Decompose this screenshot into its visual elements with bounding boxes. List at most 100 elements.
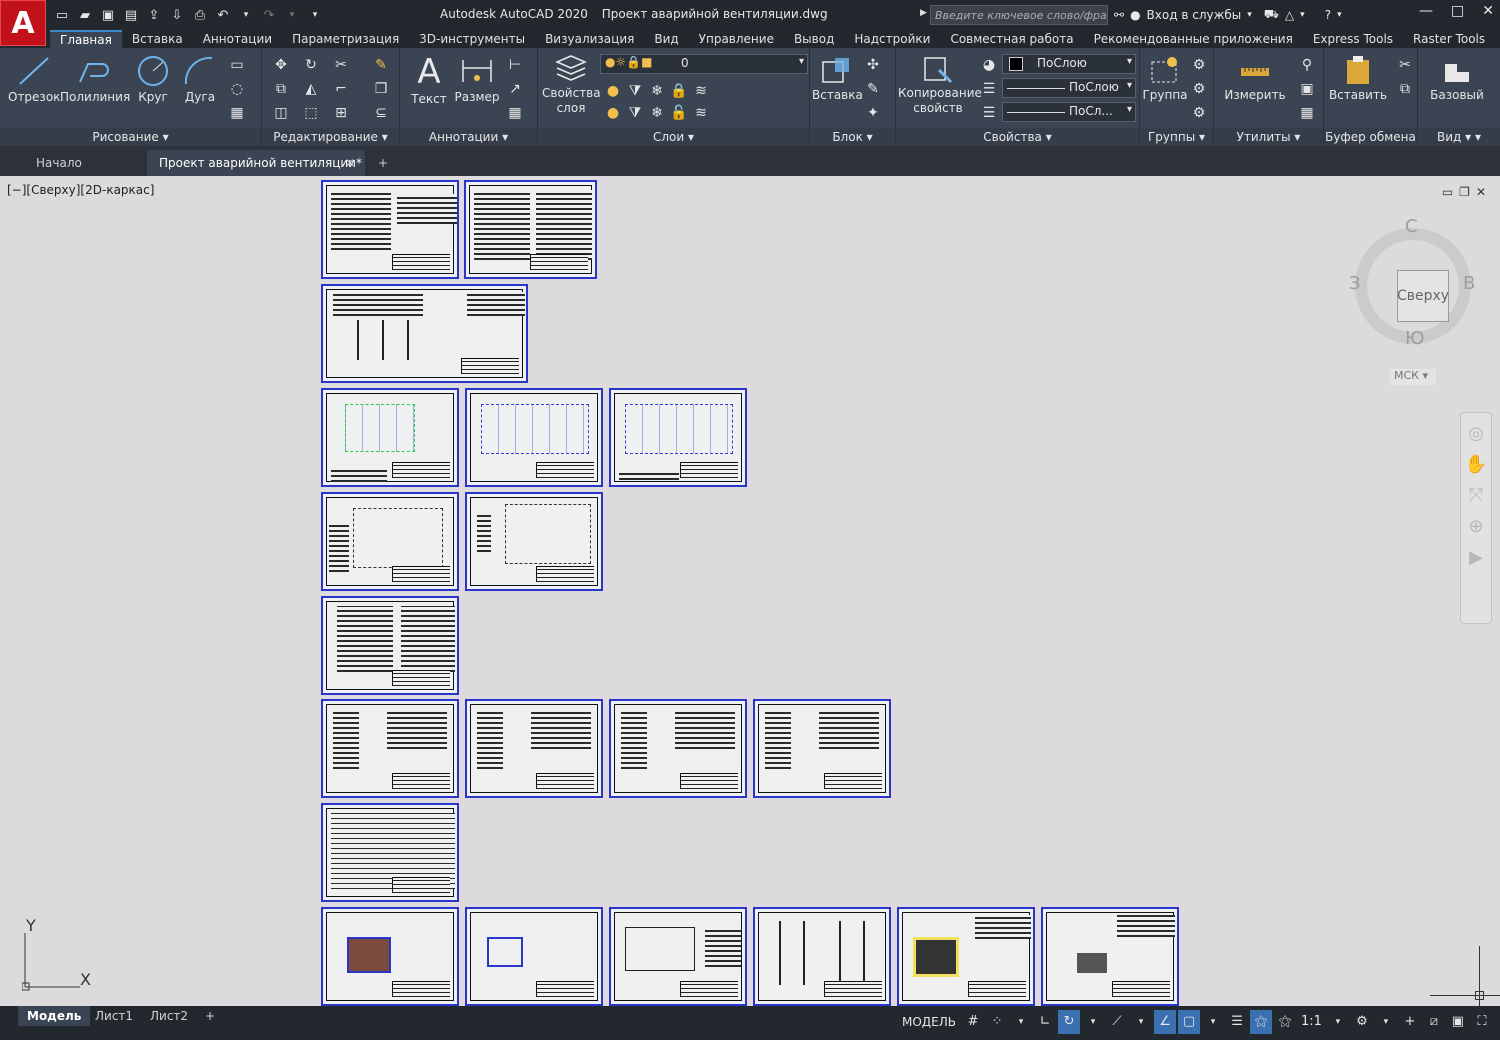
minimize-icon[interactable]: — bbox=[1419, 3, 1433, 19]
isolate-objects-icon[interactable]: ▣ bbox=[1447, 1010, 1469, 1034]
save-as-icon[interactable]: ▤ bbox=[121, 5, 141, 25]
tab-express-tools[interactable]: Express Tools bbox=[1303, 30, 1403, 48]
drawing-sheet[interactable] bbox=[609, 699, 747, 798]
mirror-icon[interactable]: ◭ bbox=[302, 80, 320, 98]
vp-minimize-icon[interactable]: ▭ bbox=[1442, 185, 1453, 199]
annotation-scale[interactable]: 1:1 bbox=[1298, 1010, 1325, 1034]
drawing-sheet[interactable] bbox=[465, 492, 603, 591]
cut-icon[interactable]: ✂ bbox=[1396, 56, 1414, 74]
orbit-icon[interactable]: ⊕ bbox=[1461, 516, 1491, 537]
osnap-dropdown-icon[interactable]: ▾ bbox=[1202, 1010, 1224, 1034]
help-dropdown-icon[interactable]: ▾ bbox=[1337, 10, 1342, 20]
drawing-sheet[interactable] bbox=[321, 803, 459, 902]
tab-collaborate[interactable]: Совместная работа bbox=[940, 30, 1083, 48]
select-all-icon[interactable]: ▣ bbox=[1298, 80, 1316, 98]
signin-button[interactable]: Вход в службы bbox=[1147, 8, 1242, 22]
measure-button[interactable]: Измерить bbox=[1220, 54, 1290, 103]
add-layout-button[interactable]: + bbox=[196, 1006, 224, 1026]
color-wheel-icon[interactable]: ◕ bbox=[980, 56, 998, 74]
lineweight-toggle-icon[interactable]: ☰ bbox=[1226, 1010, 1248, 1034]
customize-qat-icon[interactable]: ▾ bbox=[305, 5, 325, 25]
layer-iso-icon[interactable]: ⧩ bbox=[626, 82, 644, 100]
close-tab-icon[interactable]: ✕ bbox=[345, 150, 355, 176]
tab-output[interactable]: Вывод bbox=[784, 30, 844, 48]
vp-close-icon[interactable]: ✕ bbox=[1476, 185, 1486, 199]
layer-merge-icon[interactable]: ≋ bbox=[692, 104, 710, 122]
clip-copy-icon[interactable]: ⧉ bbox=[1396, 80, 1414, 98]
drawing-sheet[interactable] bbox=[753, 907, 891, 1006]
application-menu-button[interactable]: A bbox=[0, 0, 46, 46]
search-input[interactable]: Введите ключевое слово/фразу bbox=[930, 5, 1108, 25]
polar-dropdown-icon[interactable]: ▾ bbox=[1082, 1010, 1104, 1034]
polar-icon[interactable]: ↻ bbox=[1058, 1010, 1081, 1034]
panel-annotation-title[interactable]: Аннотации ▾ bbox=[400, 128, 537, 146]
object-snap-tracking-icon[interactable]: ∠ bbox=[1154, 1010, 1177, 1034]
tab-view[interactable]: Вид bbox=[644, 30, 688, 48]
isodraft-dropdown-icon[interactable]: ▾ bbox=[1130, 1010, 1152, 1034]
tab-manage[interactable]: Управление bbox=[689, 30, 784, 48]
group-edit-icon[interactable]: ⚙ bbox=[1190, 80, 1208, 98]
isodraft-icon[interactable]: ⟋ bbox=[1106, 1010, 1128, 1034]
panel-modify-title[interactable]: Редактирование ▾ bbox=[262, 128, 399, 146]
rectangle-icon[interactable]: ▭ bbox=[228, 56, 246, 74]
insert-block-button[interactable]: Вставка bbox=[812, 54, 863, 103]
drawing-sheet[interactable] bbox=[464, 180, 597, 279]
offset-icon[interactable]: ⊆ bbox=[372, 104, 390, 122]
auto-scale-icon[interactable]: ⚝ bbox=[1274, 1010, 1296, 1034]
search-expand-icon[interactable]: ▶ bbox=[920, 8, 927, 18]
layout-tab-model[interactable]: Модель bbox=[18, 1006, 91, 1026]
undo-dropdown-icon[interactable]: ▾ bbox=[236, 5, 256, 25]
tab-featured-apps[interactable]: Рекомендованные приложения bbox=[1084, 30, 1303, 48]
text-button[interactable]: A Текст bbox=[406, 54, 452, 107]
drawing-sheet[interactable] bbox=[1041, 907, 1179, 1006]
panel-block-title[interactable]: Блок ▾ bbox=[810, 128, 895, 146]
ungroup-icon[interactable]: ⚙ bbox=[1190, 56, 1208, 74]
showmotion-icon[interactable]: ▶ bbox=[1461, 547, 1491, 568]
quick-select-icon[interactable]: ⚲ bbox=[1298, 56, 1316, 74]
workspace-gear-icon[interactable]: ⚙ bbox=[1351, 1010, 1373, 1034]
create-block-icon[interactable]: ✣ bbox=[864, 56, 882, 74]
tab-addins[interactable]: Надстройки bbox=[844, 30, 940, 48]
object-snap-icon[interactable]: ▢ bbox=[1178, 1010, 1201, 1034]
drawing-sheet[interactable] bbox=[321, 284, 528, 383]
group-button[interactable]: Группа bbox=[1142, 54, 1188, 103]
layer-freeze-icon[interactable]: ❄ bbox=[648, 82, 666, 100]
maximize-icon[interactable]: □ bbox=[1451, 3, 1464, 19]
linear-dim-icon[interactable]: ⊢ bbox=[506, 56, 524, 74]
drawing-sheet[interactable] bbox=[465, 907, 603, 1006]
web-save-icon[interactable]: ⇪ bbox=[144, 5, 164, 25]
trim-icon[interactable]: ✂ bbox=[332, 56, 350, 74]
ortho-icon[interactable]: ∟ bbox=[1034, 1010, 1056, 1034]
customization-icon[interactable]: ≡ bbox=[1495, 1010, 1500, 1034]
panel-properties-title[interactable]: Свойства ▾ bbox=[896, 128, 1139, 146]
tab-parametric[interactable]: Параметризация bbox=[282, 30, 409, 48]
leader-icon[interactable]: ↗ bbox=[506, 80, 524, 98]
lineweight-dropdown[interactable]: ПоСл... bbox=[1002, 102, 1136, 122]
scale-dropdown-icon[interactable]: ▾ bbox=[1327, 1010, 1349, 1034]
steering-wheel-icon[interactable]: ◎ bbox=[1461, 423, 1491, 444]
compass-south[interactable]: Ю bbox=[1405, 328, 1424, 349]
layer-lock-icon[interactable]: 🔒 bbox=[670, 82, 688, 100]
explode-icon[interactable]: ❐ bbox=[372, 80, 390, 98]
new-tab-button[interactable]: + bbox=[366, 150, 400, 176]
cart-icon[interactable]: ⛟ bbox=[1264, 7, 1279, 23]
tab-raster-tools[interactable]: Raster Tools bbox=[1403, 30, 1495, 48]
drawing-sheet[interactable] bbox=[465, 388, 603, 487]
a360-icon[interactable]: △ bbox=[1285, 8, 1294, 22]
copy-icon[interactable]: ⧉ bbox=[272, 80, 290, 98]
pan-icon[interactable]: ✋ bbox=[1461, 454, 1491, 475]
scale-icon[interactable]: ⬚ bbox=[302, 104, 320, 122]
viewport-controls-label[interactable]: [−][Сверху][2D-каркас] bbox=[7, 183, 154, 197]
linetype-icon[interactable]: ☰ bbox=[980, 80, 998, 98]
paste-button[interactable]: Вставить bbox=[1328, 54, 1388, 103]
edit-block-icon[interactable]: ✎ bbox=[864, 80, 882, 98]
drawing-sheet[interactable] bbox=[321, 699, 459, 798]
line-button[interactable]: Отрезок bbox=[8, 54, 60, 105]
drawing-sheet[interactable] bbox=[321, 388, 459, 487]
stretch-icon[interactable]: ◫ bbox=[272, 104, 290, 122]
array-icon[interactable]: ⊞ bbox=[332, 104, 350, 122]
vp-restore-icon[interactable]: ❐ bbox=[1459, 185, 1470, 199]
drawing-sheet[interactable] bbox=[609, 907, 747, 1006]
region-icon[interactable]: ▦ bbox=[228, 104, 246, 122]
panel-view-title[interactable]: Вид ▾ ▾ bbox=[1418, 128, 1500, 146]
